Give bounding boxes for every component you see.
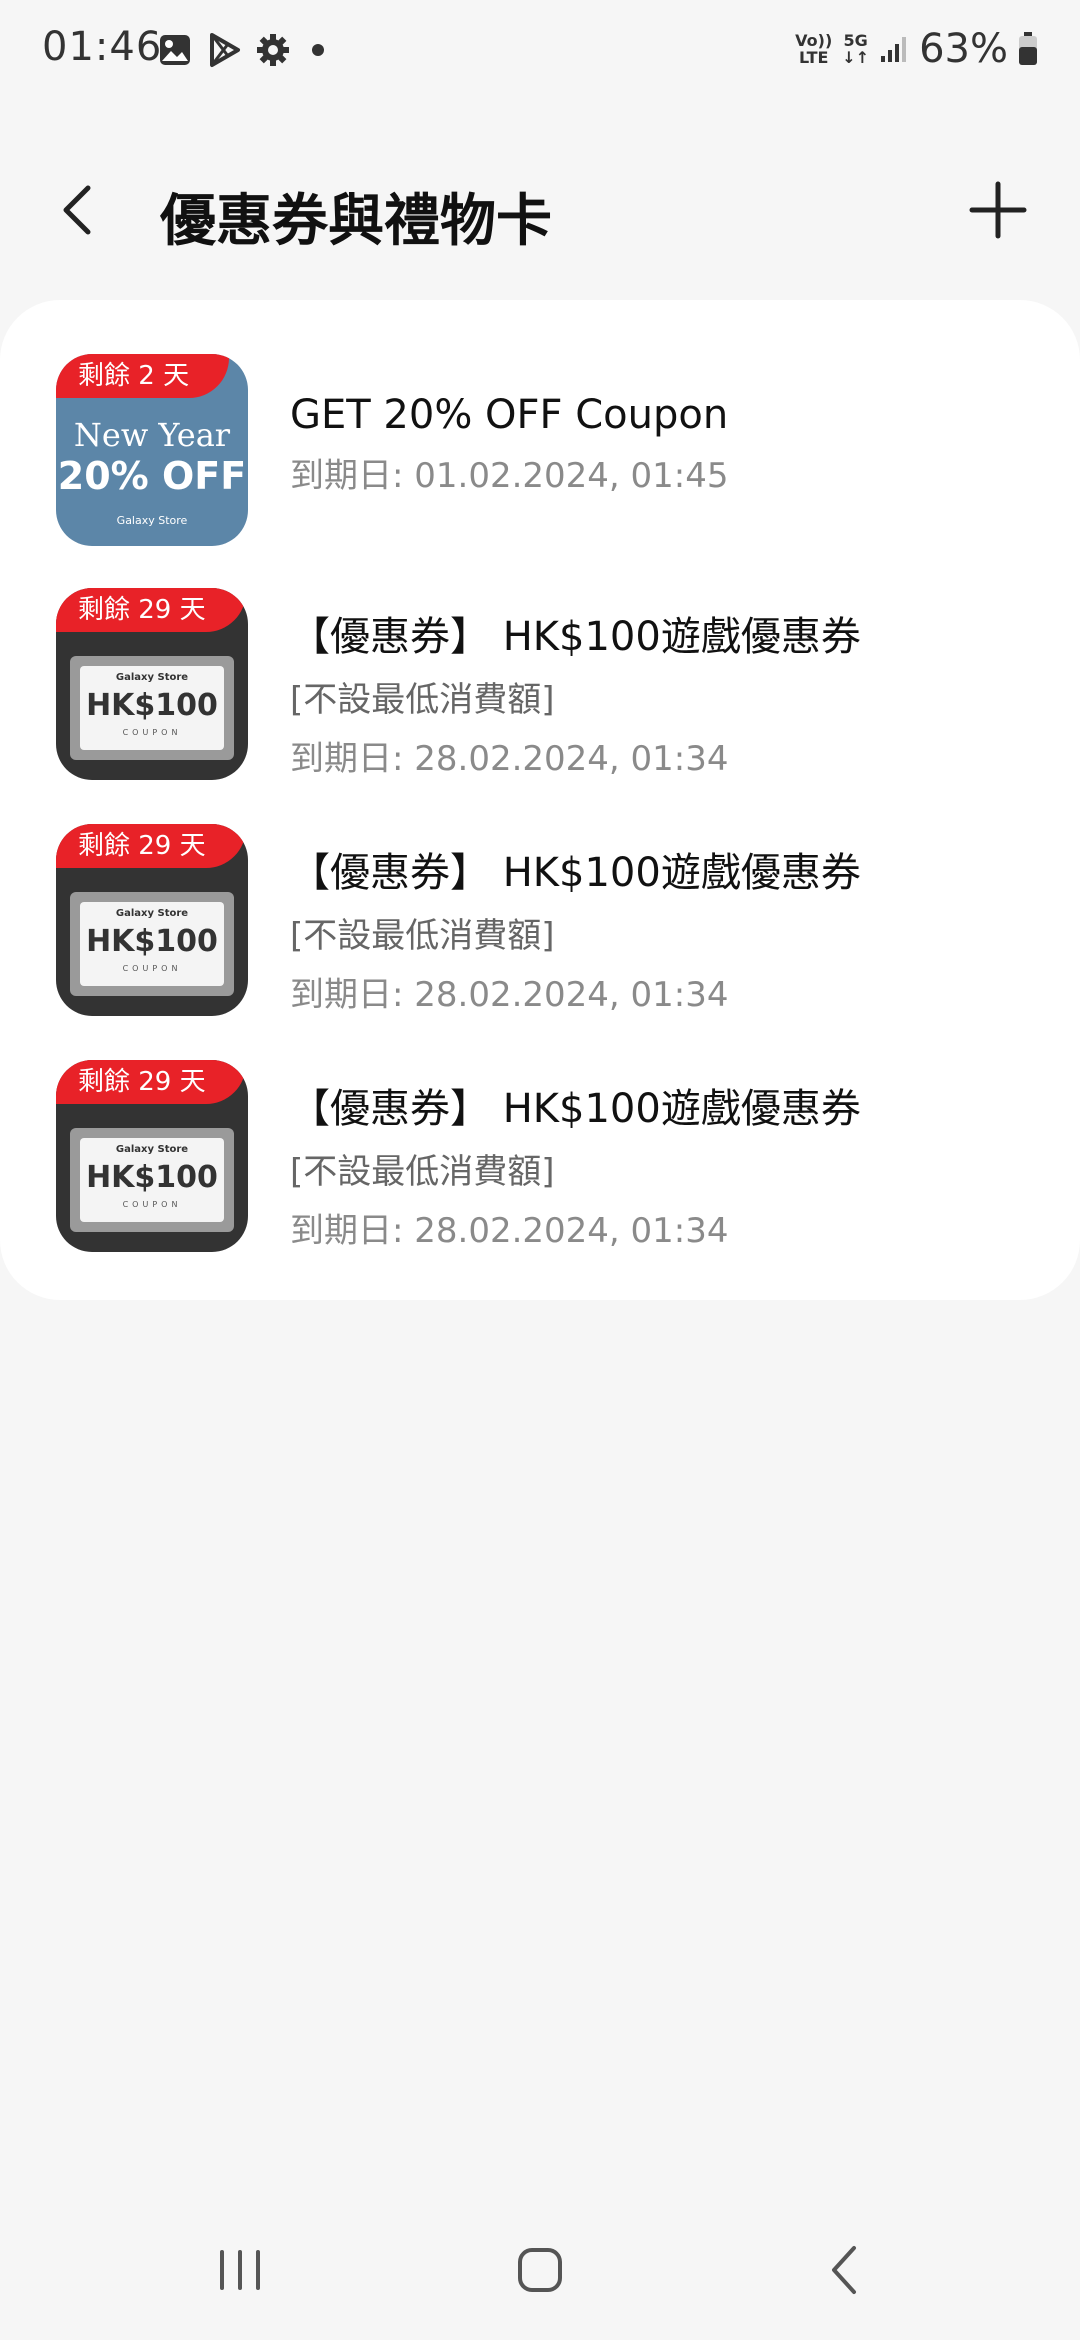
coupon-expiry: 到期日: 28.02.2024, 01:34 xyxy=(290,1211,729,1251)
recent-apps-icon xyxy=(220,2250,260,2290)
coupon-expiry: 到期日: 01.02.2024, 01:45 xyxy=(290,456,729,496)
status-bar: 01:46 Vo)) LTE 5G ↓↑ 63% xyxy=(0,0,1080,100)
coupon-thumbnail: Galaxy Store HK$100 COUPON 剩餘 29 天 xyxy=(56,588,248,780)
thumb-coupon-label: COUPON xyxy=(122,728,182,737)
coupon-thumbnail: Galaxy Store HK$100 COUPON 剩餘 29 天 xyxy=(56,824,248,1016)
coupon-thumbnail: New Year 20% OFF Galaxy Store 剩餘 2 天 xyxy=(56,354,248,546)
days-left-badge: 剩餘 2 天 xyxy=(56,354,230,398)
thumb-store: Galaxy Store xyxy=(116,514,188,527)
add-button[interactable] xyxy=(966,178,1030,242)
thumb-store: Galaxy Store xyxy=(115,1144,189,1155)
page-title: 優惠券與禮物卡 xyxy=(160,189,552,254)
thumb-title: New Year xyxy=(73,416,231,454)
settings-icon xyxy=(257,34,289,66)
coupon-item[interactable]: Galaxy Store HK$100 COUPON 剩餘 29 天 【優惠券】… xyxy=(0,824,1080,1024)
days-left-badge: 剩餘 29 天 xyxy=(56,588,246,632)
thumb-coupon-label: COUPON xyxy=(122,1200,182,1209)
battery-icon xyxy=(1019,32,1037,65)
thumb-discount: 20% OFF xyxy=(57,454,247,498)
days-left-badge: 剩餘 29 天 xyxy=(56,824,246,868)
coupon-name: GET 20% OFF Coupon xyxy=(290,392,729,438)
system-nav-bar xyxy=(0,2200,1080,2340)
ticket-graphic: Galaxy Store HK$100 COUPON xyxy=(70,1128,234,1232)
app-header: 優惠券與禮物卡 xyxy=(0,150,1080,270)
network-5g-indicator: 5G ↓↑ xyxy=(842,31,870,67)
status-right: Vo)) LTE 5G ↓↑ 63% xyxy=(795,26,1038,72)
thumb-amount: HK$100 xyxy=(86,924,218,959)
ticket-graphic: Galaxy Store HK$100 COUPON xyxy=(70,656,234,760)
home-icon xyxy=(518,2248,562,2292)
recent-apps-button[interactable] xyxy=(200,2230,280,2310)
signal-icon xyxy=(881,37,907,62)
volte-indicator: Vo)) LTE xyxy=(795,31,833,67)
coupon-condition: [不設最低消費額] xyxy=(290,1152,555,1192)
coupon-list: New Year 20% OFF Galaxy Store 剩餘 2 天 GET… xyxy=(0,300,1080,1300)
thumb-amount: HK$100 xyxy=(86,688,218,723)
gallery-icon xyxy=(160,35,190,65)
status-time: 01:46 xyxy=(42,24,163,70)
more-notifications-dot xyxy=(312,44,324,56)
coupon-name: 【優惠券】 HK$100遊戲優惠券 xyxy=(290,850,861,896)
chevron-left-icon xyxy=(63,185,91,235)
nav-back-icon xyxy=(832,2246,856,2294)
coupon-item[interactable]: Galaxy Store HK$100 COUPON 剩餘 29 天 【優惠券】… xyxy=(0,588,1080,788)
coupon-condition: [不設最低消費額] xyxy=(290,680,555,720)
plus-icon xyxy=(969,181,1027,239)
days-left-badge: 剩餘 29 天 xyxy=(56,1060,246,1104)
coupon-name: 【優惠券】 HK$100遊戲優惠券 xyxy=(290,614,861,660)
home-button[interactable] xyxy=(500,2230,580,2310)
play-store-icon xyxy=(210,33,240,67)
coupon-expiry: 到期日: 28.02.2024, 01:34 xyxy=(290,975,729,1015)
coupon-name: 【優惠券】 HK$100遊戲優惠券 xyxy=(290,1086,861,1132)
notification-icons xyxy=(158,32,324,68)
thumb-amount: HK$100 xyxy=(86,1160,218,1195)
thumb-store: Galaxy Store xyxy=(115,908,189,919)
thumb-store: Galaxy Store xyxy=(115,672,189,683)
coupon-condition: [不設最低消費額] xyxy=(290,916,555,956)
coupon-thumbnail: Galaxy Store HK$100 COUPON 剩餘 29 天 xyxy=(56,1060,248,1252)
back-button[interactable] xyxy=(50,180,110,240)
coupon-item[interactable]: Galaxy Store HK$100 COUPON 剩餘 29 天 【優惠券】… xyxy=(0,1060,1080,1260)
thumb-coupon-label: COUPON xyxy=(122,964,182,973)
nav-back-button[interactable] xyxy=(806,2230,886,2310)
coupon-item[interactable]: New Year 20% OFF Galaxy Store 剩餘 2 天 GET… xyxy=(0,350,1080,550)
coupon-expiry: 到期日: 28.02.2024, 01:34 xyxy=(290,739,729,779)
ticket-graphic: Galaxy Store HK$100 COUPON xyxy=(70,892,234,996)
battery-percent: 63% xyxy=(919,26,1008,72)
